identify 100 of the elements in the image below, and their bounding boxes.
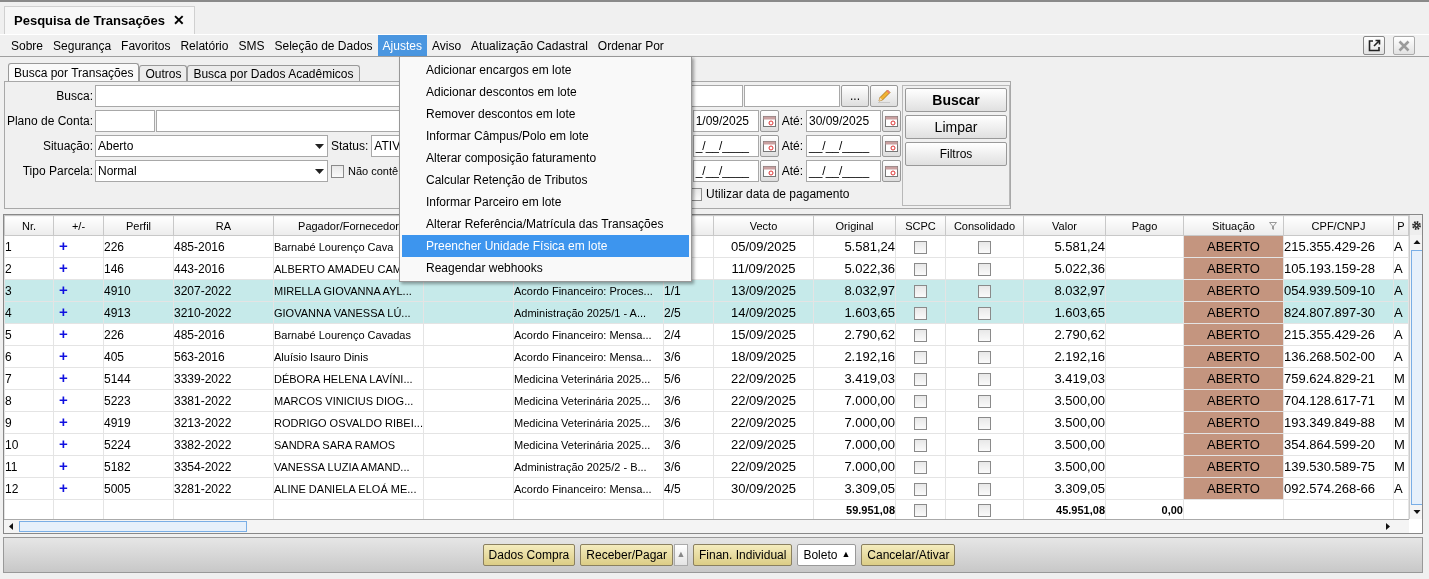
table-cell: 3.500,00 xyxy=(1023,411,1106,434)
table-cell: Administração 2025/1 - A... xyxy=(513,301,664,324)
table-cell: 8 xyxy=(4,389,54,412)
table-cell: 22/09/2025 xyxy=(713,411,814,434)
table-cell: 3382-2022 xyxy=(173,433,274,456)
table-cell: 759.624.829-21 xyxy=(1283,367,1394,390)
table-cell: 193.349.849-88 xyxy=(1283,411,1394,434)
table-cell: 5224 xyxy=(103,433,174,456)
field-label: Situação: xyxy=(41,138,94,155)
table-cell: 5.581,24 xyxy=(813,235,896,258)
table-cell: 5144 xyxy=(103,367,174,390)
field-label: Busca: xyxy=(55,88,94,105)
table-cell: 146 xyxy=(103,257,174,280)
table-cell: 092.574.268-66 xyxy=(1283,477,1394,500)
table-cell: A xyxy=(1393,279,1409,302)
table-cell: 3/6 xyxy=(663,389,714,412)
table-cell: Medicina Veterinária 2025... xyxy=(513,389,664,412)
table-cell: Medicina Veterinária 2025... xyxy=(513,411,664,434)
table-cell: 2.790,62 xyxy=(813,323,896,346)
table-cell: 7.000,00 xyxy=(813,389,896,412)
table-cell: 7 xyxy=(4,367,54,390)
table-cell: M xyxy=(1393,367,1409,390)
table-cell: 2/5 xyxy=(663,301,714,324)
table-cell: 22/09/2025 xyxy=(713,389,814,412)
table-cell: 443-2016 xyxy=(173,257,274,280)
table-cell: A xyxy=(1393,301,1409,324)
table-cell: 8.032,97 xyxy=(813,279,896,302)
table-cell: 704.128.617-71 xyxy=(1283,389,1394,412)
table-cell: M xyxy=(1393,389,1409,412)
table-cell: 405 xyxy=(103,345,174,368)
table-cell: 3 xyxy=(4,279,54,302)
table-cell: Administração 2025/2 - B... xyxy=(513,455,664,478)
table-cell: 485-2016 xyxy=(173,323,274,346)
table-cell: Acordo Financeiro: Mensa... xyxy=(513,345,664,368)
table-cell: 215.355.429-26 xyxy=(1283,323,1394,346)
table-cell: 5005 xyxy=(103,477,174,500)
table-cell: RODRIGO OSVALDO RIBEI... xyxy=(273,411,424,434)
checkbox-label: Não contê xyxy=(348,163,399,179)
table-cell: 4 xyxy=(4,301,54,324)
table-cell: A xyxy=(1393,235,1409,258)
table-cell: Barnabé Lourenço Cavadas xyxy=(273,323,424,346)
table-cell: 136.268.502-00 xyxy=(1283,345,1394,368)
table-cell: A xyxy=(1393,477,1409,500)
table-cell: 3.309,05 xyxy=(1023,477,1106,500)
table-cell: 7.000,00 xyxy=(813,455,896,478)
table-cell: 485-2016 xyxy=(173,235,274,258)
table-cell: 3213-2022 xyxy=(173,411,274,434)
table-cell: 18/09/2025 xyxy=(713,345,814,368)
table-cell: 3354-2022 xyxy=(173,455,274,478)
table-cell: 14/09/2025 xyxy=(713,301,814,324)
table-cell: 05/09/2025 xyxy=(713,235,814,258)
field-label: Até: xyxy=(780,163,804,180)
table-cell: 3281-2022 xyxy=(173,477,274,500)
table-cell: 5.022,36 xyxy=(813,257,896,280)
table-cell: 9 xyxy=(4,411,54,434)
table-cell: 11 xyxy=(4,455,54,478)
table-cell: 7.000,00 xyxy=(813,433,896,456)
table-cell: 3.419,03 xyxy=(813,367,896,390)
table-cell: 3.500,00 xyxy=(1023,455,1106,478)
table-cell: 5.022,36 xyxy=(1023,257,1106,280)
table-cell: 139.530.589-75 xyxy=(1283,455,1394,478)
table-cell: A xyxy=(1393,345,1409,368)
table-cell: A xyxy=(1393,257,1409,280)
table-cell: Acordo Financeiro: Mensa... xyxy=(513,323,664,346)
table-cell: 054.939.509-10 xyxy=(1283,279,1394,302)
table-cell: 1.603,65 xyxy=(1023,301,1106,324)
table-cell: ALINE DANIELA ELOÁ ME... xyxy=(273,477,424,500)
table-cell: Medicina Veterinária 2025... xyxy=(513,367,664,390)
caret-icon: ▲ xyxy=(841,548,851,562)
table-cell: 3/6 xyxy=(663,345,714,368)
table-cell: SANDRA SARA RAMOS xyxy=(273,433,424,456)
table-cell: 15/09/2025 xyxy=(713,323,814,346)
table-cell: 8.032,97 xyxy=(1023,279,1106,302)
table-cell: 3339-2022 xyxy=(173,367,274,390)
table-cell: 4/5 xyxy=(663,477,714,500)
field-label: Até: xyxy=(780,113,804,130)
table-cell: 3381-2022 xyxy=(173,389,274,412)
table-cell: 4913 xyxy=(103,301,174,324)
table-cell: 3.500,00 xyxy=(1023,433,1106,456)
table-cell: 215.355.429-26 xyxy=(1283,235,1394,258)
table-cell: 2/4 xyxy=(663,323,714,346)
table-cell: 226 xyxy=(103,323,174,346)
table-cell: 3207-2022 xyxy=(173,279,274,302)
table-cell: 354.864.599-20 xyxy=(1283,433,1394,456)
table-cell: 22/09/2025 xyxy=(713,433,814,456)
table-cell: 3.500,00 xyxy=(1023,389,1106,412)
table-cell: 10 xyxy=(4,433,54,456)
table-cell: Medicina Veterinária 2025... xyxy=(513,433,664,456)
field-label: Plano de Conta: xyxy=(6,113,94,130)
field-label: Status: xyxy=(330,138,370,155)
table-cell: 824.807.897-30 xyxy=(1283,301,1394,324)
table-cell: 563-2016 xyxy=(173,345,274,368)
field-label: Até: xyxy=(780,138,804,155)
checkbox-label: Utilizar data de pagamento xyxy=(706,186,850,203)
table-cell: 3/6 xyxy=(663,411,714,434)
table-cell: Acordo Financeiro: Mensa... xyxy=(513,477,664,500)
table-cell: M xyxy=(1393,455,1409,478)
table-cell: 5/6 xyxy=(663,367,714,390)
table-cell: 22/09/2025 xyxy=(713,455,814,478)
table-cell: 11/09/2025 xyxy=(713,257,814,280)
